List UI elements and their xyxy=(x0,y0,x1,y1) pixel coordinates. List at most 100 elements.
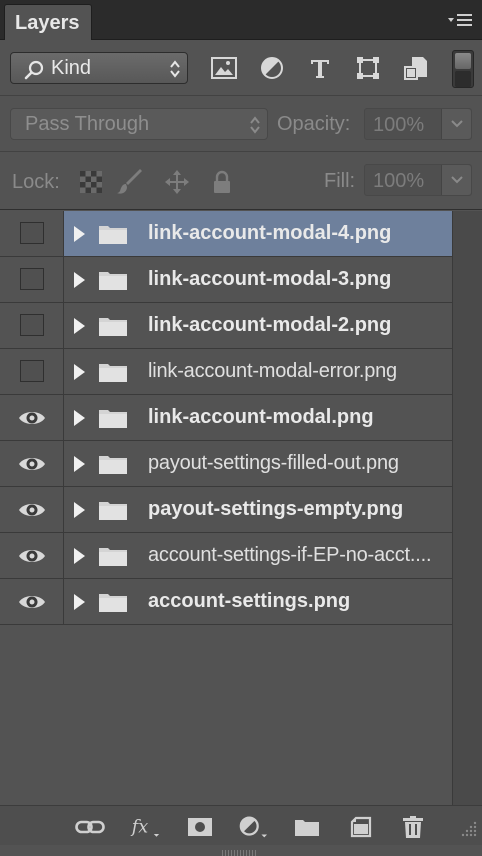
lock-all-padlock-icon[interactable] xyxy=(208,168,236,196)
layer-row[interactable]: account-settings.png xyxy=(0,579,452,625)
expand-triangle-icon[interactable] xyxy=(72,225,86,248)
layer-list-scrollbar[interactable] xyxy=(452,211,482,805)
layer-row[interactable]: link-account-modal-3.png xyxy=(0,257,452,303)
filter-toggle-switch[interactable] xyxy=(452,50,474,88)
layer-visibility-toggle[interactable] xyxy=(0,579,64,624)
expand-triangle-icon[interactable] xyxy=(72,455,86,478)
lock-position-move-icon[interactable] xyxy=(163,168,191,196)
smart-object-filter-icon[interactable] xyxy=(402,54,430,82)
opacity-field[interactable]: 100% xyxy=(364,108,472,140)
delete-layer-trash-icon[interactable] xyxy=(398,814,428,840)
layer-name[interactable]: payout-settings-empty.png xyxy=(148,498,403,521)
visibility-empty-box[interactable] xyxy=(20,222,44,244)
layer-name[interactable]: link-account-modal-4.png xyxy=(148,222,391,245)
folder-icon xyxy=(98,453,128,480)
layer-visibility-toggle[interactable] xyxy=(0,257,64,302)
layer-visibility-toggle[interactable] xyxy=(0,487,64,532)
layer-name[interactable]: payout-settings-filled-out.png xyxy=(148,452,399,475)
folder-icon xyxy=(98,591,128,618)
filter-row: Kind xyxy=(0,40,482,96)
fill-label: Fill: xyxy=(324,170,356,192)
layer-row[interactable]: account-settings-if-EP-no-acct.... xyxy=(0,533,452,579)
folder-icon xyxy=(98,499,128,526)
fill-value: 100% xyxy=(373,170,425,192)
lock-image-pixels-brush-icon[interactable] xyxy=(116,168,144,196)
expand-triangle-icon[interactable] xyxy=(72,547,86,570)
folder-icon xyxy=(98,545,128,572)
folder-icon xyxy=(98,315,128,342)
layer-style-fx-icon[interactable]: fx xyxy=(130,814,160,840)
filter-kind-label: Kind xyxy=(51,57,92,79)
link-layers-icon[interactable] xyxy=(75,814,105,840)
layer-visibility-toggle[interactable] xyxy=(0,395,64,440)
folder-icon xyxy=(98,269,128,296)
chevron-down-icon[interactable] xyxy=(441,165,471,195)
new-group-folder-icon[interactable] xyxy=(292,814,322,840)
blend-mode-select[interactable]: Pass Through xyxy=(10,108,268,140)
layer-visibility-toggle[interactable] xyxy=(0,303,64,348)
select-arrows-icon xyxy=(169,59,181,84)
visibility-empty-box[interactable] xyxy=(20,268,44,290)
layer-list: link-account-modal-4.png link-account-mod… xyxy=(0,211,452,625)
opacity-value: 100% xyxy=(373,114,425,136)
eye-icon[interactable] xyxy=(18,546,46,571)
layer-visibility-toggle[interactable] xyxy=(0,441,64,486)
filter-kind-select[interactable]: Kind xyxy=(10,52,188,84)
layer-row[interactable]: link-account-modal-2.png xyxy=(0,303,452,349)
layer-visibility-toggle[interactable] xyxy=(0,533,64,578)
layer-row[interactable]: link-account-modal-error.png xyxy=(0,349,452,395)
fill-field[interactable]: 100% xyxy=(364,164,472,196)
expand-triangle-icon[interactable] xyxy=(72,363,86,386)
eye-icon[interactable] xyxy=(18,592,46,617)
layer-name[interactable]: account-settings-if-EP-no-acct.... xyxy=(148,544,432,567)
visibility-empty-box[interactable] xyxy=(20,360,44,382)
layer-row[interactable]: link-account-modal-4.png xyxy=(0,211,452,257)
layer-name[interactable]: link-account-modal-2.png xyxy=(148,314,391,337)
eye-icon[interactable] xyxy=(18,408,46,433)
expand-triangle-icon[interactable] xyxy=(72,317,86,340)
blend-row: Pass Through Opacity: 100% xyxy=(0,96,482,152)
search-icon xyxy=(23,59,45,86)
type-layer-filter-icon[interactable] xyxy=(306,54,334,82)
add-layer-mask-icon[interactable] xyxy=(185,814,215,840)
new-fill-adjustment-layer-icon[interactable] xyxy=(238,814,268,840)
folder-icon xyxy=(98,223,128,250)
chevron-down-icon[interactable] xyxy=(441,109,471,139)
layer-row[interactable]: payout-settings-empty.png xyxy=(0,487,452,533)
select-arrows-icon xyxy=(249,115,261,140)
resize-grip-icon[interactable] xyxy=(460,820,478,843)
tab-layers[interactable]: Layers xyxy=(4,4,92,41)
layer-row[interactable]: link-account-modal.png xyxy=(0,395,452,441)
panel-menu-icon[interactable] xyxy=(446,10,474,32)
layer-row[interactable]: payout-settings-filled-out.png xyxy=(0,441,452,487)
tab-layers-label: Layers xyxy=(15,12,80,34)
blend-mode-label: Pass Through xyxy=(25,113,150,135)
visibility-empty-box[interactable] xyxy=(20,314,44,336)
layer-name[interactable]: link-account-modal.png xyxy=(148,406,374,429)
lock-transparent-pixels-icon[interactable] xyxy=(77,168,105,196)
lock-label: Lock: xyxy=(12,171,60,193)
layer-visibility-toggle[interactable] xyxy=(0,211,64,256)
layer-name[interactable]: account-settings.png xyxy=(148,590,350,613)
lock-row: Lock: Fill: 100% xyxy=(0,152,482,210)
expand-triangle-icon[interactable] xyxy=(72,593,86,616)
new-layer-icon[interactable] xyxy=(346,814,376,840)
bottom-toolbar: fx xyxy=(0,805,482,845)
expand-triangle-icon[interactable] xyxy=(72,409,86,432)
shape-layer-filter-icon[interactable] xyxy=(354,54,382,82)
svg-text:fx: fx xyxy=(130,817,148,837)
pixel-layer-filter-icon[interactable] xyxy=(210,54,238,82)
folder-icon xyxy=(98,361,128,388)
layer-name[interactable]: link-account-modal-error.png xyxy=(148,360,397,383)
expand-triangle-icon[interactable] xyxy=(72,271,86,294)
eye-icon[interactable] xyxy=(18,454,46,479)
layer-visibility-toggle[interactable] xyxy=(0,349,64,394)
adjustment-layer-filter-icon[interactable] xyxy=(258,54,286,82)
opacity-label: Opacity: xyxy=(277,113,351,135)
panel-drag-grip[interactable] xyxy=(220,845,260,856)
layer-name[interactable]: link-account-modal-3.png xyxy=(148,268,391,291)
eye-icon[interactable] xyxy=(18,500,46,525)
panel-tab-bar: Layers xyxy=(0,0,482,41)
folder-icon xyxy=(98,407,128,434)
expand-triangle-icon[interactable] xyxy=(72,501,86,524)
